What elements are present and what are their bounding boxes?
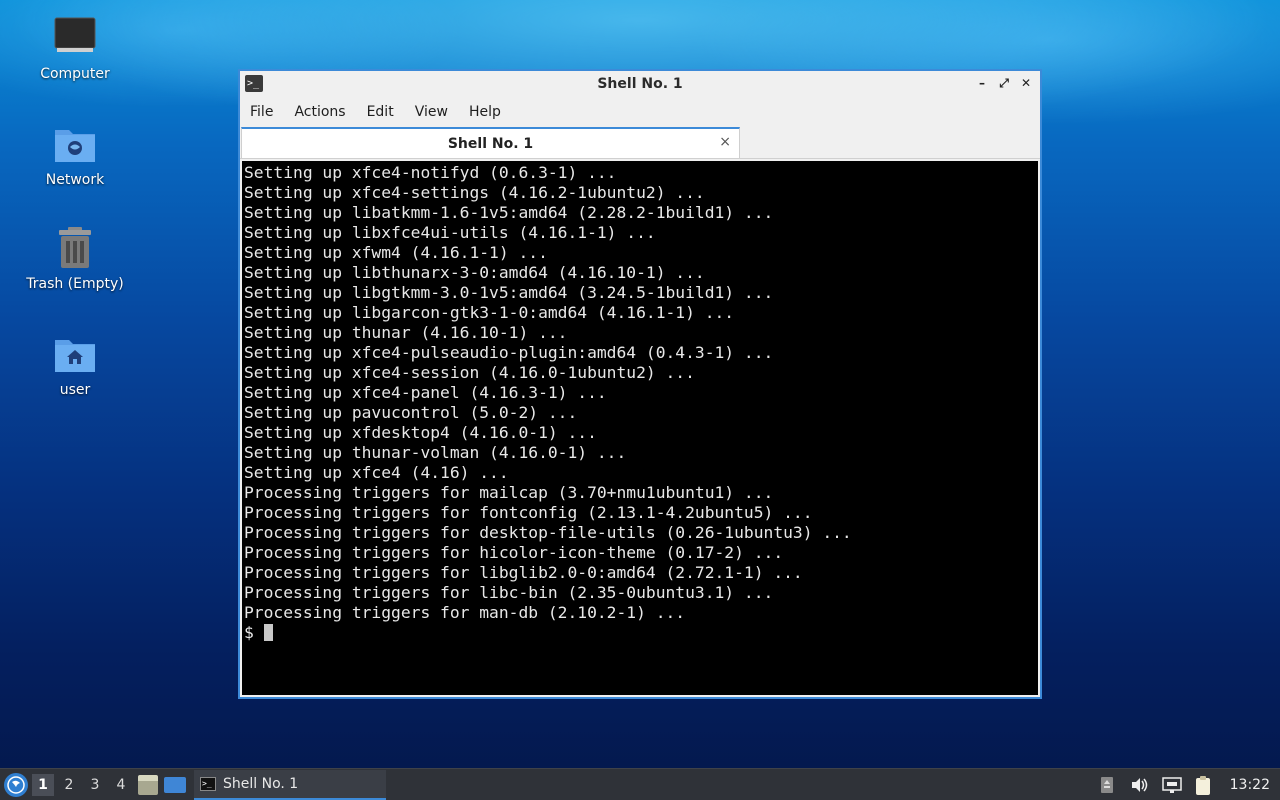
menu-view[interactable]: View [415, 104, 458, 120]
terminal-prompt-line[interactable]: $ [244, 623, 1038, 643]
terminal-line: Processing triggers for hicolor-icon-the… [244, 543, 784, 562]
terminal-task-icon: >_ [200, 776, 216, 791]
computer-icon [53, 16, 97, 60]
system-tray: 13:22 [1098, 769, 1280, 800]
start-menu-button[interactable] [4, 772, 28, 797]
taskbar-task-label: Shell No. 1 [223, 775, 299, 792]
home-folder-icon [53, 332, 97, 376]
menubar: File Actions Edit View Help [240, 97, 1040, 127]
close-button[interactable]: ✕ [1018, 74, 1034, 92]
workspace-4[interactable]: 4 [110, 774, 132, 796]
desktop-icon-user[interactable]: user [20, 332, 130, 398]
terminal-line: Setting up libatkmm-1.6-1v5:amd64 (2.28.… [244, 203, 774, 222]
workspace-2[interactable]: 2 [58, 774, 80, 796]
terminal-window: >_ Shell No. 1 – ⤢ ✕ File Actions Edit V… [238, 69, 1042, 699]
terminal-line: Setting up xfce4-pulseaudio-plugin:amd64… [244, 343, 774, 362]
terminal-line: Setting up pavucontrol (5.0-2) ... [244, 403, 578, 422]
window-titlebar[interactable]: >_ Shell No. 1 – ⤢ ✕ [240, 71, 1040, 97]
menu-help[interactable]: Help [469, 104, 511, 120]
tab-shell-1[interactable]: Shell No. 1 × [241, 127, 740, 158]
workspace-1[interactable]: 1 [32, 773, 54, 796]
terminal-line: Processing triggers for desktop-file-uti… [244, 523, 852, 542]
removable-drive-icon[interactable] [1098, 776, 1116, 794]
terminal-prompt: $ [244, 623, 254, 642]
menu-file[interactable]: File [250, 104, 283, 120]
menu-actions[interactable]: Actions [294, 104, 355, 120]
terminal-line: Setting up thunar-volman (4.16.0-1) ... [244, 443, 627, 462]
clock[interactable]: 13:22 [1230, 777, 1270, 793]
terminal-line: Setting up libthunarx-3-0:amd64 (4.16.10… [244, 263, 705, 282]
terminal-line: Setting up xfce4 (4.16) ... [244, 463, 509, 482]
desktop-icon-label: Computer [40, 66, 110, 82]
network-status-icon[interactable] [1161, 776, 1182, 794]
network-folder-icon [53, 122, 97, 166]
terminal-line: Processing triggers for fontconfig (2.13… [244, 503, 813, 522]
terminal-line: Setting up xfce4-panel (4.16.3-1) ... [244, 383, 607, 402]
window-title: Shell No. 1 [597, 76, 683, 92]
desktop-icon-network[interactable]: Network [20, 122, 130, 188]
desktop-icon-computer[interactable]: Computer [20, 16, 130, 82]
terminal-output[interactable]: Setting up xfce4-notifyd (0.6.3-1) ... S… [242, 161, 1038, 695]
menu-edit[interactable]: Edit [367, 104, 404, 120]
volume-icon[interactable] [1130, 776, 1148, 794]
file-manager-launcher-icon[interactable] [138, 774, 158, 795]
terminal-app-icon[interactable]: >_ [245, 75, 263, 92]
terminal-line: Setting up xfdesktop4 (4.16.0-1) ... [244, 423, 597, 442]
taskbar-task-shell[interactable]: >_ Shell No. 1 [194, 769, 386, 800]
tab-close-icon[interactable]: × [719, 134, 731, 150]
tab-bar: Shell No. 1 × [240, 127, 1040, 159]
desktop-icon-trash[interactable]: Trash (Empty) [20, 226, 130, 292]
terminal-line: Setting up thunar (4.16.10-1) ... [244, 323, 568, 342]
terminal-line: Processing triggers for libglib2.0-0:amd… [244, 563, 803, 582]
clipboard-icon[interactable] [1194, 776, 1212, 795]
terminal-line: Setting up xfce4-session (4.16.0-1ubuntu… [244, 363, 695, 382]
maximize-button[interactable]: ⤢ [996, 74, 1012, 92]
workspace-3[interactable]: 3 [84, 774, 106, 796]
terminal-line: Processing triggers for libc-bin (2.35-0… [244, 583, 774, 602]
desktop-icon-label: Trash (Empty) [26, 276, 124, 292]
terminal-line: Processing triggers for mailcap (3.70+nm… [244, 483, 774, 502]
terminal-line: Setting up xfce4-settings (4.16.2-1ubunt… [244, 183, 705, 202]
terminal-line: Setting up libxfce4ui-utils (4.16.1-1) .… [244, 223, 656, 242]
minimize-button[interactable]: – [974, 74, 990, 92]
tab-label: Shell No. 1 [447, 135, 534, 152]
trash-icon [53, 226, 97, 270]
show-desktop-icon[interactable] [164, 776, 186, 793]
start-logo-icon [7, 775, 25, 794]
terminal-line: Processing triggers for man-db (2.10.2-1… [244, 603, 686, 622]
terminal-line: Setting up xfce4-notifyd (0.6.3-1) ... [244, 163, 617, 182]
desktop-icon-label: Network [45, 172, 105, 188]
terminal-line: Setting up libgarcon-gtk3-1-0:amd64 (4.1… [244, 303, 735, 322]
terminal-line: Setting up xfwm4 (4.16.1-1) ... [244, 243, 548, 262]
taskbar: 1 2 3 4 >_ Shell No. 1 13:22 [0, 768, 1280, 800]
terminal-cursor [263, 624, 273, 641]
terminal-line: Setting up libgtkmm-3.0-1v5:amd64 (3.24.… [244, 283, 774, 302]
desktop-icon-label: user [59, 382, 91, 398]
